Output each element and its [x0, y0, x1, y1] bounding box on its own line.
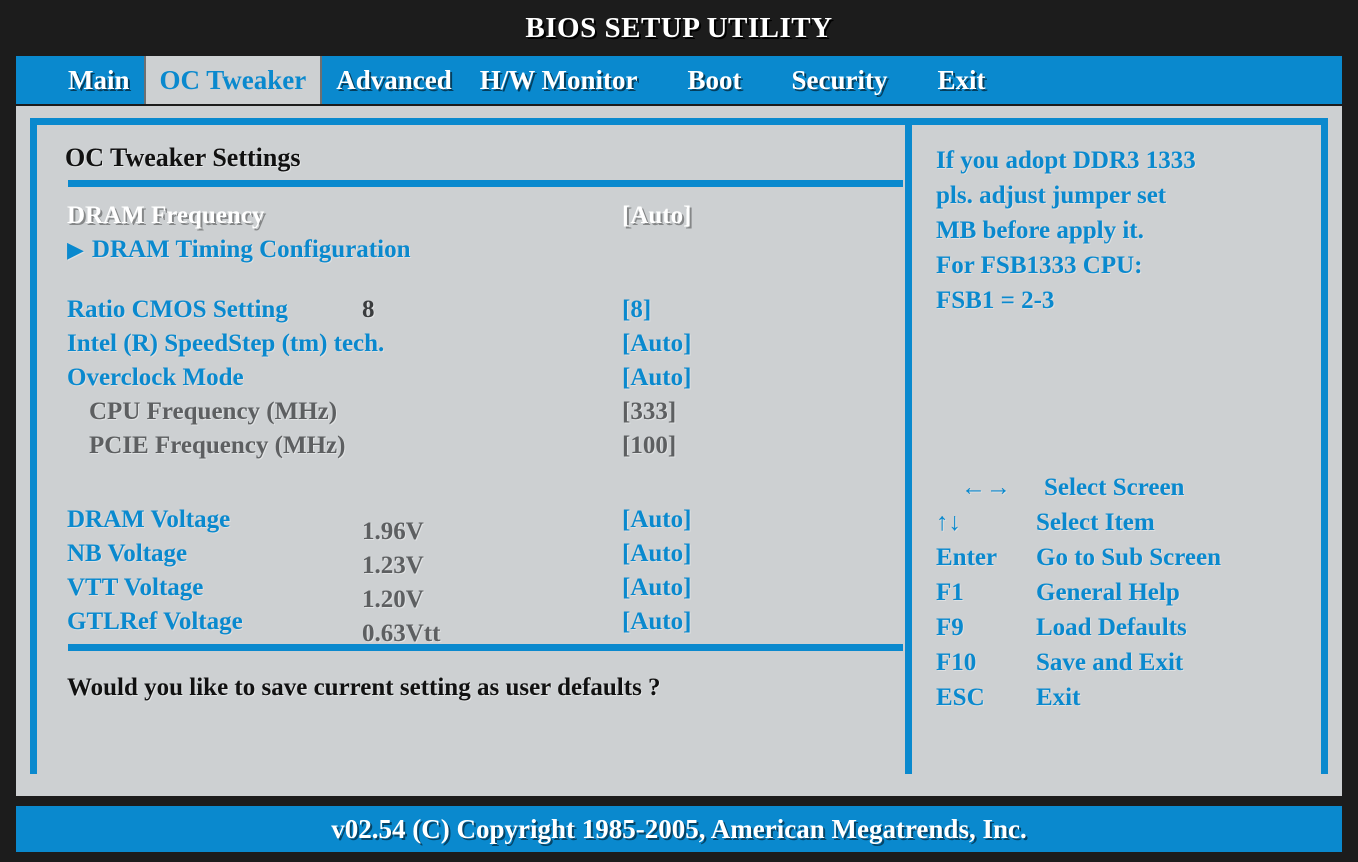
section-heading: OC Tweaker Settings — [65, 143, 301, 172]
dram-voltage-value[interactable]: [Auto] — [622, 503, 691, 537]
up-down-arrow-icon: ↑↓ — [936, 509, 961, 536]
nb-voltage-label: NB Voltage — [67, 540, 188, 567]
gtlref-voltage-label: GTLRef Voltage — [67, 608, 243, 635]
tab-advanced[interactable]: Advanced — [322, 56, 466, 104]
pcie-frequency-label: PCIE Frequency (MHz) — [89, 432, 346, 459]
help-pane: If you adopt DDR3 1333 pls. adjust jumpe… — [912, 125, 1321, 774]
tab-hw-monitor[interactable]: H/W Monitor — [466, 56, 652, 104]
help-line: pls. adjust jumper set — [936, 182, 1167, 209]
key-row-select-screen: ←→ Select Screen — [928, 470, 1318, 505]
help-line: For FSB1333 CPU: — [936, 252, 1143, 279]
nb-voltage-value[interactable]: [Auto] — [622, 537, 691, 571]
dram-frequency-value[interactable]: [Auto] — [622, 199, 691, 233]
help-description: If you adopt DDR3 1333 pls. adjust jumpe… — [936, 143, 1306, 318]
tab-boot[interactable]: Boot — [674, 56, 756, 104]
key-label-f9: F9 — [936, 614, 964, 641]
frame-divider-vertical — [905, 118, 912, 774]
dram-timing-label-group: ▶ DRAM Timing Configuration — [67, 233, 410, 267]
title-bar: BIOS SETUP UTILITY — [0, 0, 1358, 56]
frame-border-right — [1321, 118, 1328, 774]
row-cpu-frequency: CPU Frequency (MHz) [333] — [37, 395, 905, 429]
bios-setup-screen: BIOS SETUP UTILITY Main OC Tweaker Advan… — [0, 0, 1358, 862]
footer-bar: v02.54 (C) Copyright 1985-2005, American… — [16, 806, 1342, 852]
key-legend: ←→ Select Screen ↑↓ Select Item Enter Go… — [928, 470, 1318, 715]
row-spacer — [37, 267, 905, 293]
ratio-cmos-value[interactable]: [8] — [622, 293, 651, 327]
save-defaults-question: Would you like to save current setting a… — [67, 674, 661, 701]
left-right-arrow-icon: ←→ — [961, 474, 1011, 501]
ratio-cmos-label: Ratio CMOS Setting — [67, 296, 288, 323]
submenu-arrow-icon: ▶ — [67, 237, 84, 262]
tab-bar: Main OC Tweaker Advanced H/W Monitor Boo… — [16, 56, 1342, 104]
row-vtt-voltage[interactable]: VTT Voltage 1.20V [Auto] — [37, 571, 905, 613]
key-label-enter: Enter — [936, 544, 998, 571]
frame-border-left — [30, 118, 37, 774]
settings-pane: OC Tweaker Settings DRAM Frequency [Auto… — [37, 125, 905, 774]
pcie-frequency-value: [100] — [622, 432, 677, 459]
row-gtlref-voltage[interactable]: GTLRef Voltage 0.63Vtt [Auto] — [37, 605, 905, 647]
key-row-select-item: ↑↓ Select Item — [928, 505, 1318, 540]
content-panel: OC Tweaker Settings DRAM Frequency [Auto… — [16, 106, 1342, 796]
key-desc-select-item: Select Item — [1036, 509, 1155, 536]
row-spacer — [37, 463, 905, 489]
row-spacer — [37, 489, 905, 503]
footer-copyright: v02.54 (C) Copyright 1985-2005, American… — [331, 813, 1027, 844]
divider-top — [68, 180, 903, 187]
key-row-f1: F1 General Help — [928, 575, 1318, 610]
key-row-esc: ESC Exit — [928, 680, 1318, 715]
key-desc-enter: Go to Sub Screen — [1036, 544, 1221, 571]
cpu-frequency-label: CPU Frequency (MHz) — [89, 398, 338, 425]
row-overclock-mode[interactable]: Overclock Mode [Auto] — [37, 361, 905, 395]
settings-list: DRAM Frequency [Auto] ▶ DRAM Timing Confi… — [37, 199, 905, 647]
vtt-voltage-label: VTT Voltage — [67, 574, 204, 601]
tab-security[interactable]: Security — [778, 56, 902, 104]
dram-voltage-label: DRAM Voltage — [67, 506, 231, 533]
tab-oc-tweaker[interactable]: OC Tweaker — [143, 56, 323, 104]
dram-timing-label: DRAM Timing Configuration — [91, 236, 411, 263]
key-desc-f10: Save and Exit — [1036, 649, 1184, 676]
dram-frequency-label: DRAM Frequency — [67, 202, 265, 229]
frame-border-top — [30, 118, 1328, 125]
intel-speedstep-value[interactable]: [Auto] — [622, 327, 691, 361]
overclock-mode-value[interactable]: [Auto] — [622, 361, 691, 395]
row-dram-voltage[interactable]: DRAM Voltage 1.96V [Auto] — [37, 503, 905, 545]
key-desc-select-screen: Select Screen — [1044, 474, 1185, 501]
key-row-f9: F9 Load Defaults — [928, 610, 1318, 645]
row-ratio-cmos-setting[interactable]: Ratio CMOS Setting 8 [8] — [37, 293, 905, 327]
tab-gap — [652, 56, 674, 104]
key-row-enter: Enter Go to Sub Screen — [928, 540, 1318, 575]
row-dram-timing-configuration[interactable]: ▶ DRAM Timing Configuration — [37, 233, 905, 267]
row-nb-voltage[interactable]: NB Voltage 1.23V [Auto] — [37, 537, 905, 579]
help-line: FSB1 = 2-3 — [936, 287, 1055, 314]
intel-speedstep-label: Intel (R) SpeedStep (tm) tech. — [67, 330, 385, 357]
help-line: MB before apply it. — [936, 217, 1144, 244]
tab-gap — [756, 56, 778, 104]
divider-bottom — [68, 644, 903, 651]
vtt-voltage-value[interactable]: [Auto] — [622, 571, 691, 605]
key-label-esc: ESC — [936, 684, 985, 711]
key-label-f1: F1 — [936, 579, 964, 606]
help-line: If you adopt DDR3 1333 — [936, 147, 1196, 174]
key-desc-f1: General Help — [1036, 579, 1180, 606]
key-desc-esc: Exit — [1036, 684, 1081, 711]
cpu-frequency-value: [333] — [622, 398, 677, 425]
ratio-cmos-current: 8 — [362, 296, 375, 323]
row-dram-frequency[interactable]: DRAM Frequency [Auto] — [37, 199, 905, 233]
gtlref-voltage-value[interactable]: [Auto] — [622, 605, 691, 639]
key-label-f10: F10 — [936, 649, 977, 676]
tab-gap — [902, 56, 924, 104]
row-intel-speedstep[interactable]: Intel (R) SpeedStep (tm) tech. [Auto] — [37, 327, 905, 361]
key-desc-f9: Load Defaults — [1036, 614, 1187, 641]
tab-exit[interactable]: Exit — [924, 56, 1000, 104]
key-row-f10: F10 Save and Exit — [928, 645, 1318, 680]
page-title: BIOS SETUP UTILITY — [525, 11, 833, 44]
overclock-mode-label: Overclock Mode — [67, 364, 244, 391]
tab-main[interactable]: Main — [16, 56, 144, 104]
row-pcie-frequency: PCIE Frequency (MHz) [100] — [37, 429, 905, 463]
